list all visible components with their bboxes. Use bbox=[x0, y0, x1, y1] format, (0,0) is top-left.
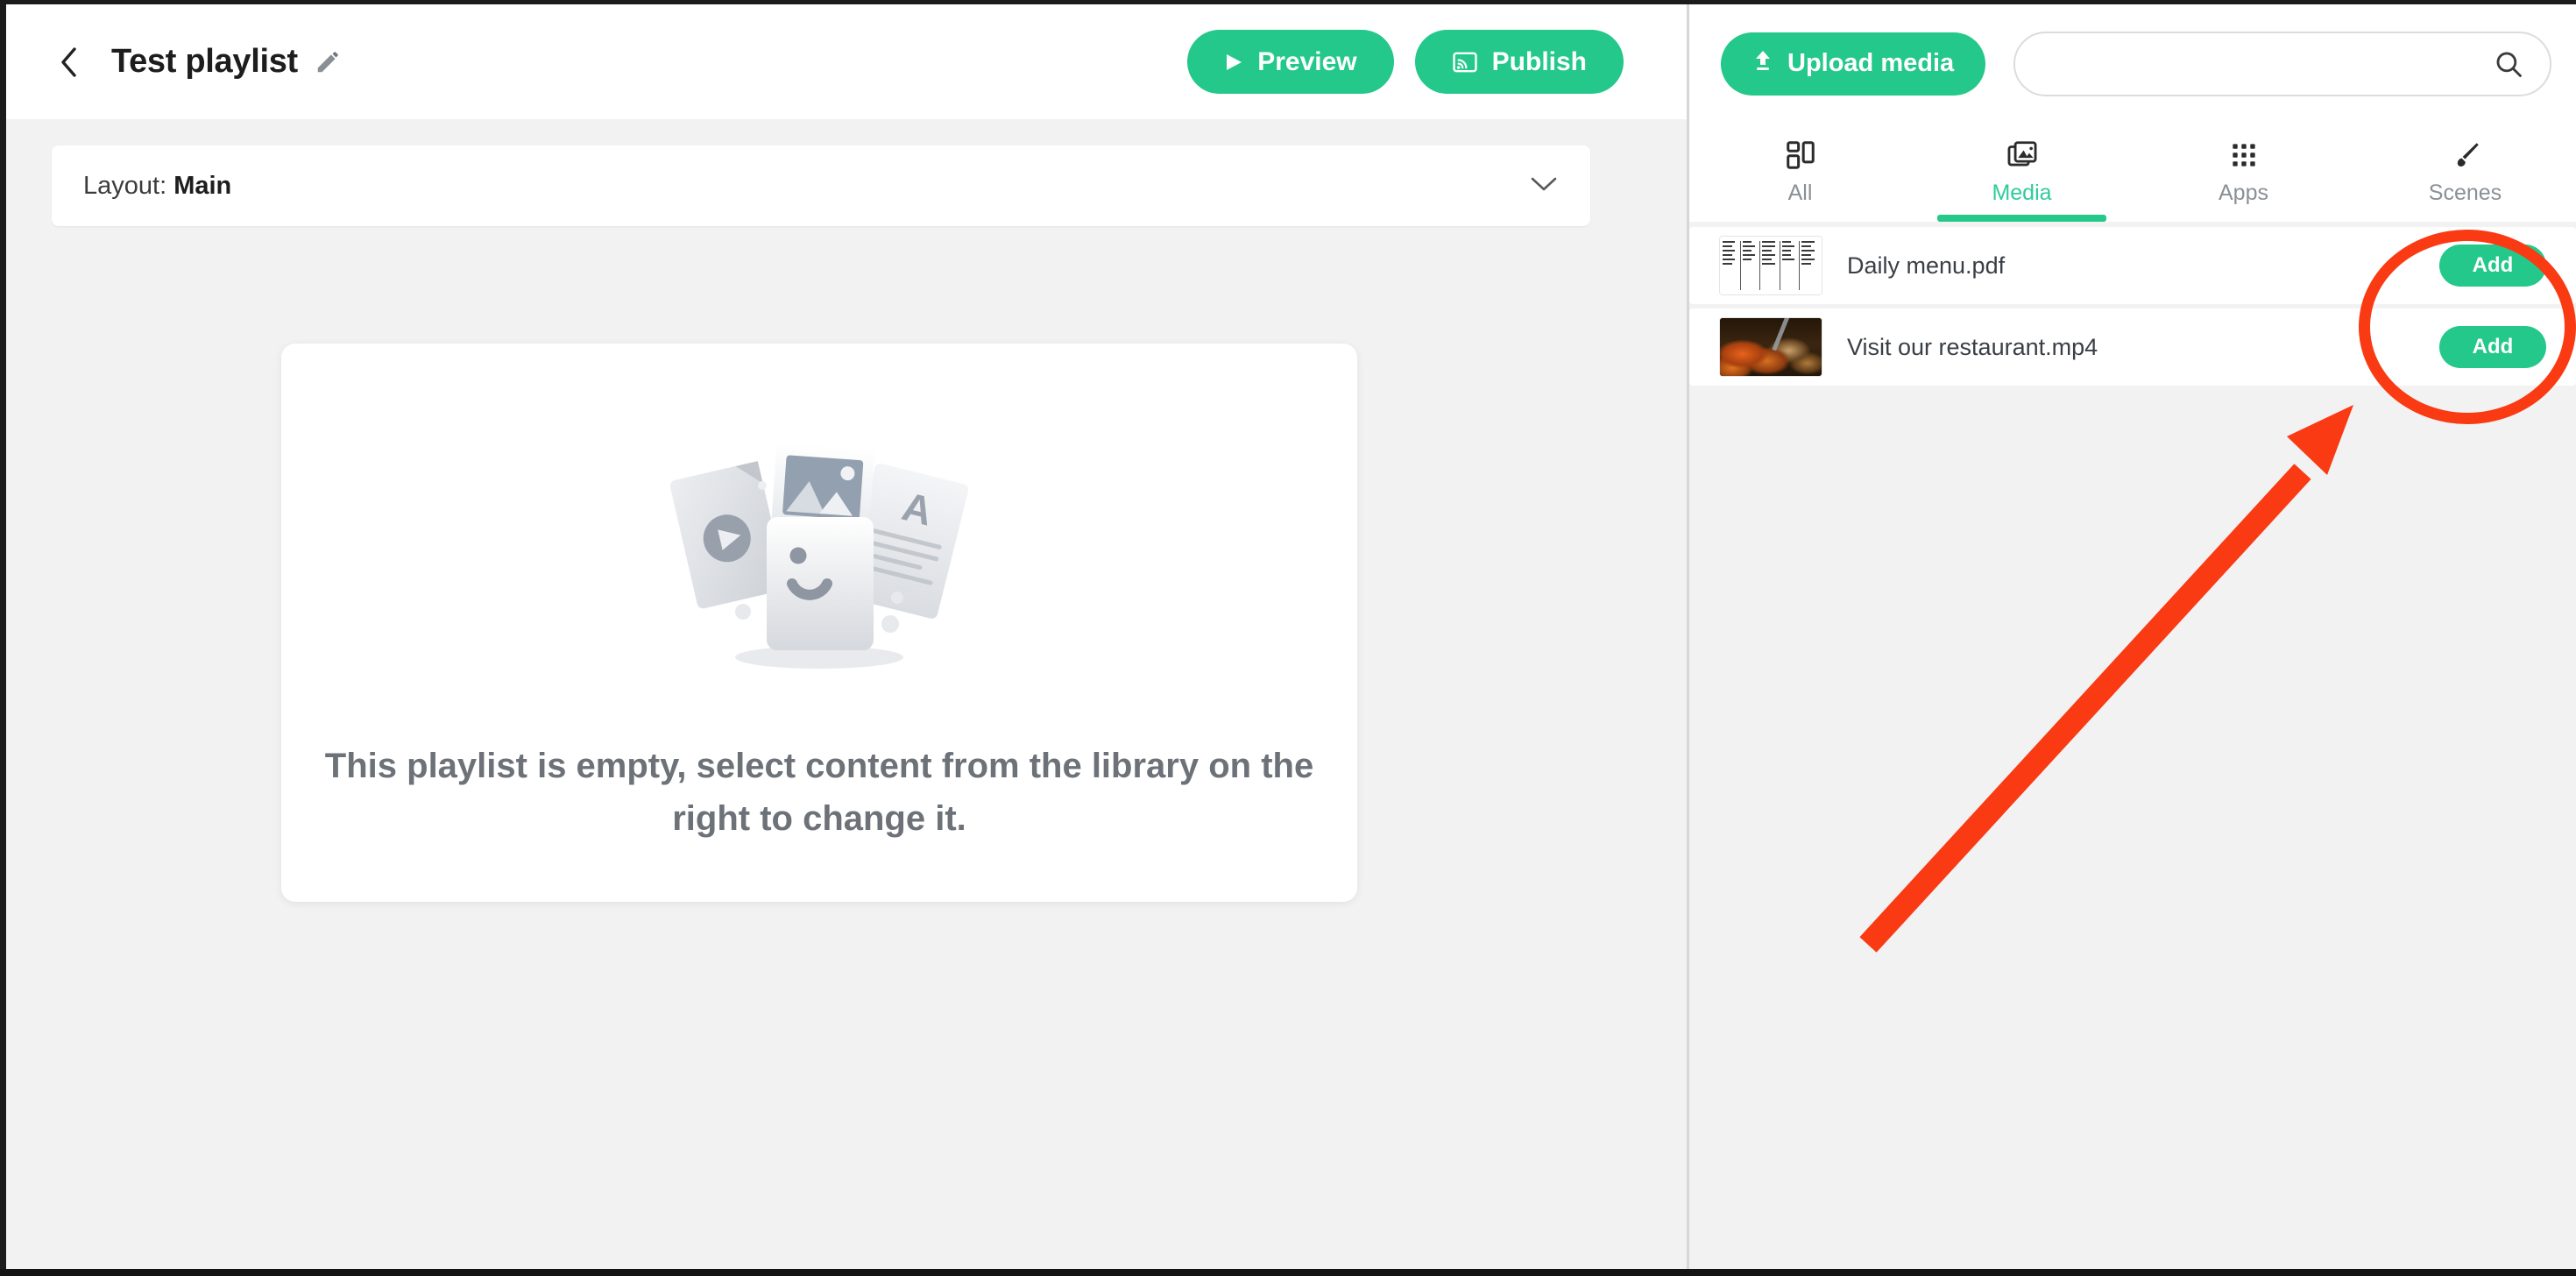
pdf-menu-thumbnail bbox=[1719, 236, 1822, 295]
tab-media-label: Media bbox=[1992, 181, 2052, 205]
add-media-button[interactable]: Add bbox=[2439, 245, 2546, 287]
publish-button-label: Publish bbox=[1491, 46, 1587, 76]
tab-scenes[interactable]: Scenes bbox=[2354, 123, 2576, 222]
paint-brush-icon bbox=[2457, 143, 2479, 167]
grid-layout-icon bbox=[1786, 141, 1815, 169]
tab-media[interactable]: Media bbox=[1911, 123, 2133, 222]
tab-all[interactable]: All bbox=[1689, 123, 1911, 222]
media-list: Daily menu.pdf Add Visit our restaurant.… bbox=[1689, 222, 2576, 386]
editor-topbar: Test playlist Preview Publish bbox=[6, 4, 1687, 119]
dots-grid-icon bbox=[2232, 144, 2255, 167]
empty-playlist-card: A This playlist is empty, select content… bbox=[281, 344, 1357, 902]
panel-divider bbox=[1687, 4, 1689, 1269]
chevron-left-icon bbox=[61, 46, 76, 77]
play-icon bbox=[1224, 52, 1243, 73]
library-toolbar: Upload media bbox=[1689, 4, 2576, 123]
publish-button[interactable]: Publish bbox=[1414, 30, 1624, 94]
upload-arrow-icon bbox=[1752, 49, 1773, 79]
media-item-name: Visit our restaurant.mp4 bbox=[1847, 333, 2098, 360]
preview-button-label: Preview bbox=[1257, 46, 1357, 76]
playlist-editor-panel: Test playlist Preview Publish Layout: Ma… bbox=[6, 4, 1687, 1269]
layout-label: Layout: Main bbox=[83, 172, 231, 201]
layout-selector[interactable]: Layout: Main bbox=[52, 145, 1590, 226]
page-title: Test playlist bbox=[111, 43, 298, 80]
food-video-thumbnail bbox=[1719, 317, 1822, 377]
back-button[interactable] bbox=[52, 45, 87, 80]
media-cards-smiley-illustration: A bbox=[631, 398, 1008, 687]
chevron-down-icon[interactable] bbox=[1529, 174, 1559, 198]
pencil-icon bbox=[317, 51, 338, 72]
media-item-name: Daily menu.pdf bbox=[1847, 252, 2006, 279]
tab-apps[interactable]: Apps bbox=[2133, 123, 2354, 222]
window-left-edge bbox=[0, 0, 6, 1276]
photo-stack-icon bbox=[2007, 141, 2036, 167]
search-box[interactable] bbox=[2013, 31, 2551, 96]
window-top-edge bbox=[0, 0, 2576, 4]
tab-all-label: All bbox=[1787, 181, 1813, 205]
search-input[interactable] bbox=[2042, 49, 2494, 78]
tab-apps-label: Apps bbox=[2219, 181, 2268, 205]
preview-button[interactable]: Preview bbox=[1187, 30, 1394, 94]
media-library-panel: Upload media All Media Apps Scenes Daily… bbox=[1689, 4, 2576, 1269]
library-tabs: All Media Apps Scenes bbox=[1689, 123, 2576, 222]
cast-screen-icon bbox=[1452, 51, 1478, 74]
upload-media-button[interactable]: Upload media bbox=[1721, 32, 1986, 96]
layout-prefix: Layout: bbox=[83, 171, 167, 200]
media-list-item[interactable]: Visit our restaurant.mp4 Add bbox=[1689, 308, 2576, 386]
upload-media-label: Upload media bbox=[1787, 49, 1955, 77]
tab-scenes-label: Scenes bbox=[2428, 181, 2502, 205]
topbar-actions: Preview Publish bbox=[1187, 30, 1624, 94]
media-list-item[interactable]: Daily menu.pdf Add bbox=[1689, 227, 2576, 304]
edit-title-button[interactable] bbox=[314, 48, 342, 76]
add-media-button[interactable]: Add bbox=[2439, 326, 2546, 368]
search-icon[interactable] bbox=[2494, 49, 2523, 79]
layout-value: Main bbox=[173, 171, 232, 200]
window-bottom-edge bbox=[0, 1269, 2576, 1276]
empty-state-message: This playlist is empty, select content f… bbox=[324, 747, 1314, 838]
tab-active-indicator bbox=[1937, 215, 2106, 222]
app-root: Test playlist Preview Publish Layout: Ma… bbox=[0, 0, 2576, 1276]
